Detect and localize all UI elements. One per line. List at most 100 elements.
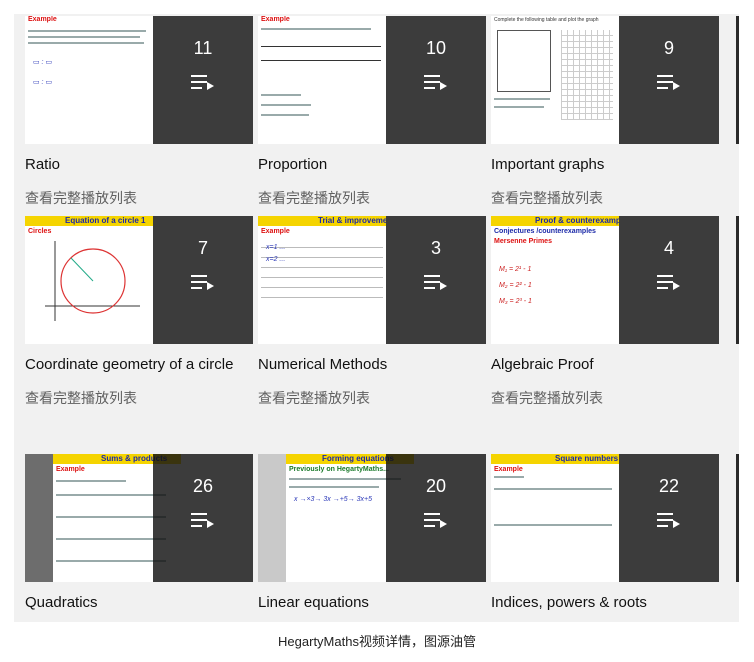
video-count: 20 [425, 476, 447, 496]
slide-header-text: Forming equations [322, 454, 394, 463]
handwriting-mark: x →×3→ 3x →+5→ 3x+5 [294, 496, 373, 503]
view-full-playlist-link[interactable]: 查看完整播放列表 [491, 188, 719, 208]
playlist-card-linear-equations[interactable]: Forming equations Previously on HegartyM… [258, 454, 486, 611]
playlist-overlay: 11 [153, 16, 253, 144]
number-line [261, 46, 381, 47]
view-full-playlist-link[interactable]: 查看完整播放列表 [25, 388, 253, 408]
slide-text-line [28, 30, 146, 32]
value-table [497, 30, 551, 92]
graph-grid [561, 30, 613, 120]
playlist-title[interactable]: Linear equations [258, 594, 486, 611]
view-full-playlist-link[interactable]: 查看完整播放列表 [258, 188, 486, 208]
slide-header-text: Example [261, 16, 290, 23]
playlist-title[interactable]: Numerical Methods [258, 356, 486, 373]
playlist-icon [657, 513, 680, 528]
playlist-icon [191, 275, 214, 290]
playlist-card-numerical-methods[interactable]: Trial & improvement Example x=1 ... x=2 … [258, 216, 486, 408]
playlist-overlay: 20 [386, 454, 486, 582]
playlist-overlay: 7 [153, 216, 253, 344]
slide-subheading: Example [494, 466, 523, 473]
slide-text-line [261, 114, 309, 116]
playlist-overlay: 22 [619, 454, 719, 582]
playlist-thumbnail[interactable]: Square numbers Example 22 [491, 454, 719, 582]
playlist-title[interactable]: Important graphs [491, 156, 719, 173]
view-full-playlist-link[interactable]: 查看完整播放列表 [258, 388, 486, 408]
slide-text-line [56, 494, 166, 496]
slide-text-line [56, 538, 166, 540]
slide-preview: Complete the following table and plot th… [491, 16, 619, 144]
handwriting-mark: x=1 ... [266, 244, 286, 251]
view-full-playlist-link[interactable]: 查看完整播放列表 [491, 388, 719, 408]
slide-header-text: Equation of a circle 1 [65, 216, 146, 225]
next-card-edge [736, 216, 739, 344]
playlist-card-algebraic-proof[interactable]: Proof & counterexamples Conjectures /cou… [491, 216, 719, 408]
slide-text-line [494, 106, 544, 108]
slide-preview: Example [258, 16, 386, 144]
playlist-grid: Example ▭ : ▭ ▭ : ▭ 11 Ratio 查看完整播放列表 Ex… [14, 14, 739, 622]
next-card-edge [736, 454, 739, 582]
handwriting-mark: M₃ = 2³ - 1 [499, 298, 532, 305]
playlist-card-indices-powers-roots[interactable]: Square numbers Example 22 Indices, power… [491, 454, 719, 611]
handwriting-mark: M₂ = 2² - 1 [499, 282, 532, 289]
slide-text-line [494, 524, 612, 526]
playlist-title[interactable]: Coordinate geometry of a circle [25, 356, 253, 373]
playlist-thumbnail[interactable]: Complete the following table and plot th… [491, 16, 719, 144]
slide-header-text: Proof & counterexamples [535, 216, 619, 225]
playlist-card-proportion[interactable]: Example 10 Proportion 查看完整播放列表 [258, 16, 486, 208]
playlist-thumbnail[interactable]: Equation of a circle 1 Circles 7 [25, 216, 253, 344]
slide-subheading: Example [261, 228, 290, 235]
image-caption: HegartyMaths视频详情，图源油管 [278, 634, 476, 649]
slide-preview: Equation of a circle 1 Circles [25, 216, 153, 344]
playlist-card-important-graphs[interactable]: Complete the following table and plot th… [491, 16, 719, 208]
playlist-icon [191, 75, 214, 90]
playlist-icon [657, 75, 680, 90]
slide-preview: Proof & counterexamples Conjectures /cou… [491, 216, 619, 344]
thumbnail-letterbox [258, 454, 286, 582]
slide-preview: Example ▭ : ▭ ▭ : ▭ [25, 16, 153, 144]
playlist-icon [424, 75, 447, 90]
slide-preview: Square numbers Example [491, 454, 619, 582]
video-count: 11 [193, 38, 213, 58]
playlist-thumbnail[interactable]: Example ▭ : ▭ ▭ : ▭ 11 [25, 16, 253, 144]
playlist-card-coordinate-geometry[interactable]: Equation of a circle 1 Circles 7 Coordin… [25, 216, 253, 408]
slide-header-text: Example [28, 16, 57, 23]
view-full-playlist-link[interactable]: 查看完整播放列表 [25, 188, 253, 208]
slide-text-line [28, 42, 144, 44]
slide-text-line [261, 94, 301, 96]
video-count: 22 [658, 476, 680, 496]
playlist-title[interactable]: Indices, powers & roots [491, 594, 719, 611]
playlist-overlay: 26 [153, 454, 253, 582]
playlist-thumbnail[interactable]: Proof & counterexamples Conjectures /cou… [491, 216, 719, 344]
thumbnail-letterbox [25, 454, 53, 582]
playlist-title[interactable]: Quadratics [25, 594, 253, 611]
number-line [261, 60, 381, 61]
slide-header-text: Square numbers [555, 454, 619, 463]
slide-text-line [494, 488, 612, 490]
playlist-thumbnail[interactable]: Sums & products Example 26 [25, 454, 253, 582]
playlist-card-ratio[interactable]: Example ▭ : ▭ ▭ : ▭ 11 Ratio 查看完整播放列表 [25, 16, 253, 208]
slide-text-line [494, 476, 524, 478]
playlist-card-quadratics[interactable]: Sums & products Example 26 Quadratics [25, 454, 253, 611]
slide-header-text: Trial & improvement [318, 216, 386, 225]
next-card-edge [736, 16, 739, 144]
playlist-overlay: 9 [619, 16, 719, 144]
playlist-title[interactable]: Proportion [258, 156, 486, 173]
slide-subheading: Circles [28, 228, 52, 235]
handwriting-mark: M₁ = 2¹ - 1 [499, 266, 532, 273]
playlist-icon [424, 275, 447, 290]
playlist-thumbnail[interactable]: Forming equations Previously on HegartyM… [258, 454, 486, 582]
playlist-thumbnail[interactable]: Example 10 [258, 16, 486, 144]
playlist-title[interactable]: Algebraic Proof [491, 356, 719, 373]
playlist-overlay: 3 [386, 216, 486, 344]
slide-preview: Trial & improvement Example x=1 ... x=2 … [258, 216, 386, 344]
slide-text-line [289, 486, 379, 488]
slide-text-line [28, 36, 140, 38]
slide-text-line [261, 28, 371, 30]
video-count: 7 [197, 238, 208, 258]
playlist-icon [657, 275, 680, 290]
playlist-title[interactable]: Ratio [25, 156, 253, 173]
playlist-thumbnail[interactable]: Trial & improvement Example x=1 ... x=2 … [258, 216, 486, 344]
slide-text-line [289, 478, 401, 480]
slide-subheading: Mersenne Primes [494, 238, 552, 245]
slide-subheading: Example [56, 466, 85, 473]
